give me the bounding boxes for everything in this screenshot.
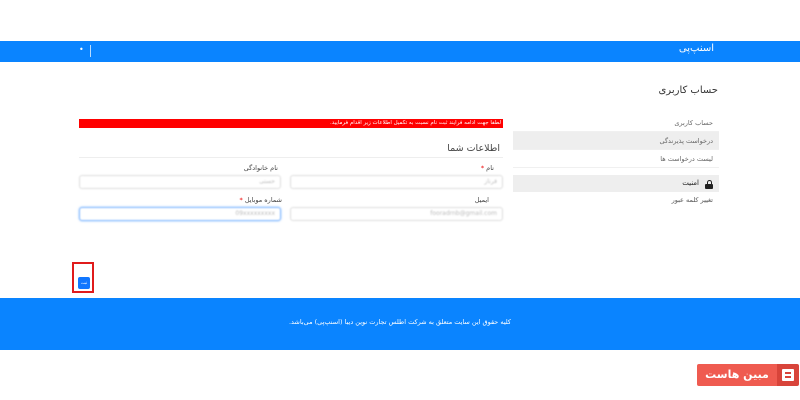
footer-copyright: کلیه حقوق این سایت متعلق به شرکت اطلس تج… <box>288 318 512 326</box>
mobile-label-text: شماره موبایل <box>244 196 282 204</box>
form-section-title: اطلاعات شما <box>447 143 500 154</box>
watermark-logo: مبین هاست <box>697 364 800 386</box>
last-name-input[interactable]: حسنی <box>79 175 281 189</box>
required-marker: * <box>239 196 243 204</box>
mobile-input[interactable]: 09xxxxxxxxx <box>79 207 281 221</box>
email-label: ایمیل <box>474 196 489 204</box>
server-icon <box>777 364 799 386</box>
sidebar-item-request-list[interactable]: لیست درخواست ها <box>513 150 719 168</box>
footer: کلیه حقوق این سایت متعلق به شرکت اطلس تج… <box>0 298 800 350</box>
required-marker: * <box>480 164 485 172</box>
top-navbar: اسنپ‌پی • <box>0 41 800 62</box>
sidebar-menu: حساب کاربری درخواست پذیرندگی لیست درخواس… <box>513 114 719 168</box>
sidebar-item-change-password[interactable]: تغییر کلمه عبور <box>513 192 719 208</box>
sidebar-item-account[interactable]: حساب کاربری <box>513 114 719 132</box>
email-input[interactable]: fooradrnb@gmail.com <box>290 207 503 221</box>
watermark-text: مبین هاست <box>697 364 777 386</box>
user-menu-icon[interactable]: • <box>79 45 84 54</box>
security-header-label: امنیت <box>682 179 699 187</box>
submit-button[interactable]: ثبت <box>78 277 90 289</box>
navbar-divider <box>90 45 91 57</box>
page-title: حساب کاربری <box>658 85 718 96</box>
first-name-label: نام * <box>481 164 494 172</box>
brand-logo[interactable]: اسنپ‌پی <box>679 43 714 54</box>
lock-icon <box>705 179 713 189</box>
last-name-label: نام خانوادگی <box>243 164 278 172</box>
sidebar-item-merchant-request[interactable]: درخواست پذیرندگی <box>513 132 719 150</box>
submit-highlight-box: ثبت <box>72 262 94 293</box>
sidebar-security-group: امنیت تغییر کلمه عبور <box>513 175 719 208</box>
alert-banner: لطفا جهت ادامه فرایند ثبت نام نسبت به تک… <box>79 119 503 128</box>
first-name-label-text: نام <box>486 164 494 172</box>
first-name-input[interactable]: فرناز <box>290 175 503 189</box>
mobile-label: شماره موبایل * <box>240 196 282 204</box>
security-header: امنیت <box>513 175 719 192</box>
section-divider <box>79 157 503 158</box>
